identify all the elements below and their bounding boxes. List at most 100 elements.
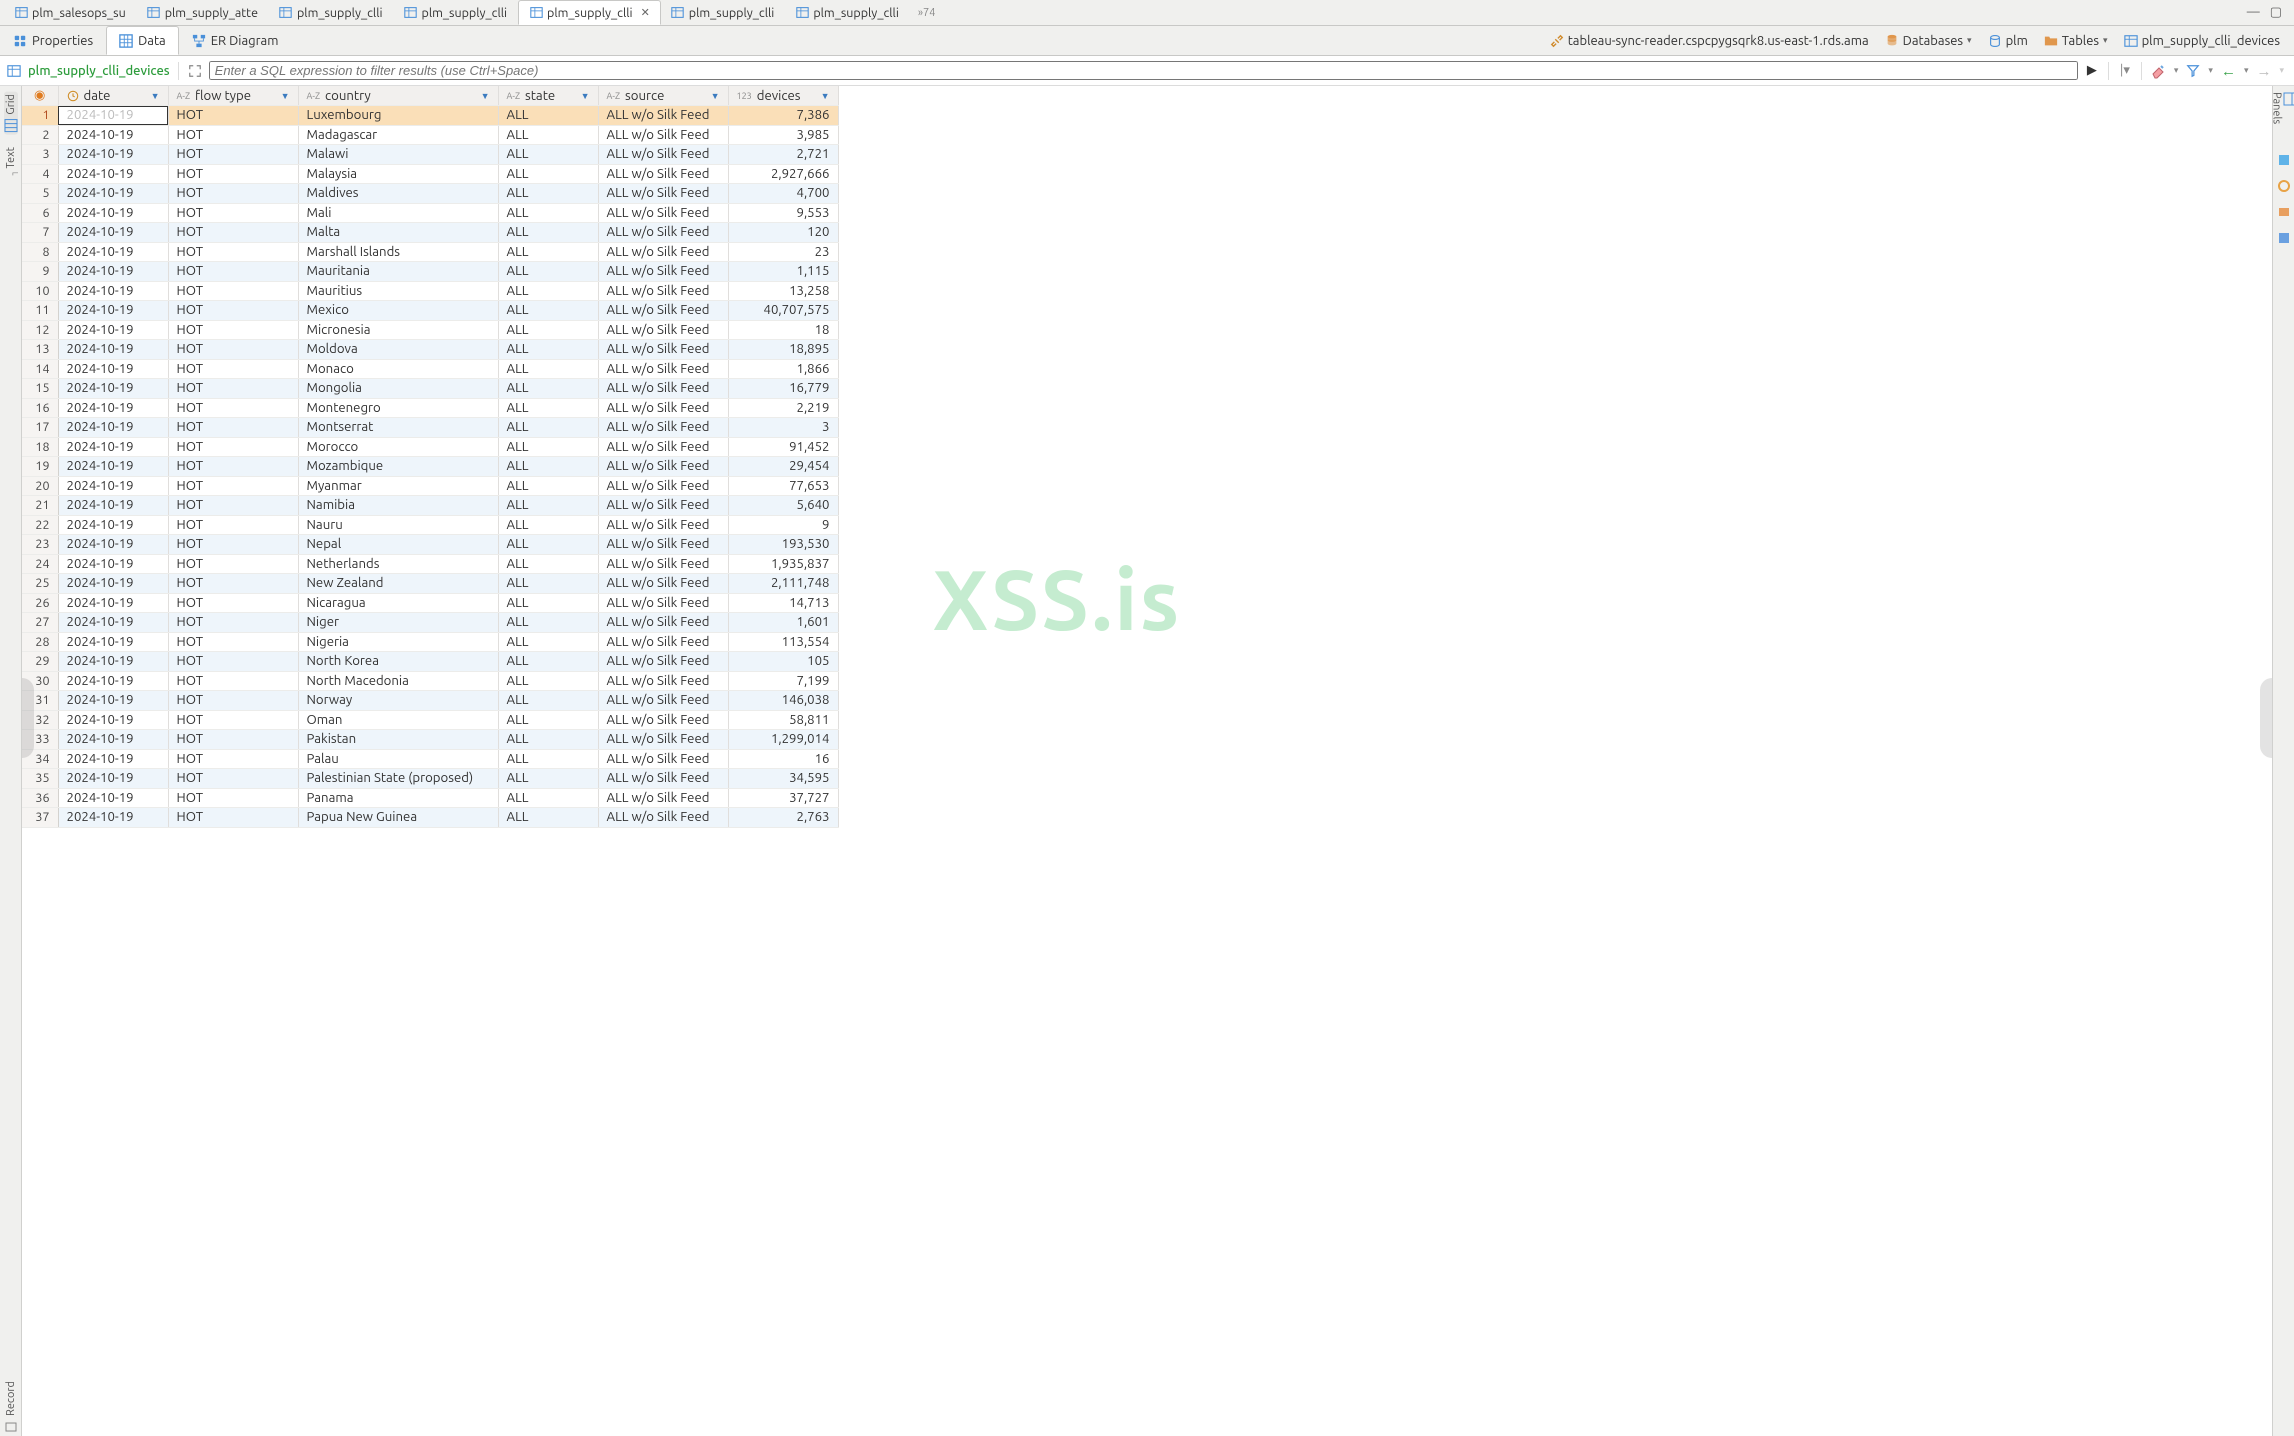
table-row[interactable]: 202024-10-19HOTMyanmarALLALL w/o Silk Fe… bbox=[22, 476, 838, 496]
table-row[interactable]: 162024-10-19HOTMontenegroALLALL w/o Silk… bbox=[22, 398, 838, 418]
cell-date[interactable]: 2024-10-19 bbox=[58, 457, 168, 477]
cell-date[interactable]: 2024-10-19 bbox=[58, 535, 168, 555]
cell-country[interactable]: Norway bbox=[298, 691, 498, 711]
table-row[interactable]: 182024-10-19HOTMoroccoALLALL w/o Silk Fe… bbox=[22, 437, 838, 457]
data-grid[interactable]: XSS.is ◉date▼A-Zflow type▼A-Zcountry▼A-Z… bbox=[22, 86, 2272, 1436]
cell-country[interactable]: Madagascar bbox=[298, 125, 498, 145]
table-row[interactable]: 72024-10-19HOTMaltaALLALL w/o Silk Feed1… bbox=[22, 223, 838, 243]
cell-source[interactable]: ALL w/o Silk Feed bbox=[598, 769, 728, 789]
chevron-down-icon[interactable]: ▾ bbox=[2174, 65, 2179, 76]
cell-state[interactable]: ALL bbox=[498, 808, 598, 828]
cell-source[interactable]: ALL w/o Silk Feed bbox=[598, 320, 728, 340]
cell-source[interactable]: ALL w/o Silk Feed bbox=[598, 671, 728, 691]
cell-date[interactable]: 2024-10-19 bbox=[58, 125, 168, 145]
editor-tab[interactable]: plm_supply_atte bbox=[137, 0, 269, 25]
table-row[interactable]: 302024-10-19HOTNorth MacedoniaALLALL w/o… bbox=[22, 671, 838, 691]
cell-source[interactable]: ALL w/o Silk Feed bbox=[598, 574, 728, 594]
row-number[interactable]: 4 bbox=[22, 164, 58, 184]
cell-state[interactable]: ALL bbox=[498, 184, 598, 204]
cell-devices[interactable]: 58,811 bbox=[728, 710, 838, 730]
cell-state[interactable]: ALL bbox=[498, 593, 598, 613]
row-number[interactable]: 28 bbox=[22, 632, 58, 652]
cell-devices[interactable]: 40,707,575 bbox=[728, 301, 838, 321]
cell-devices[interactable]: 5,640 bbox=[728, 496, 838, 516]
history-dropdown-icon[interactable]: |▾ bbox=[2117, 63, 2133, 79]
cell-flow_type[interactable]: HOT bbox=[168, 359, 298, 379]
cell-devices[interactable]: 77,653 bbox=[728, 476, 838, 496]
cell-devices[interactable]: 1,935,837 bbox=[728, 554, 838, 574]
rail-record[interactable]: Record bbox=[4, 1379, 18, 1436]
cell-source[interactable]: ALL w/o Silk Feed bbox=[598, 496, 728, 516]
cell-devices[interactable]: 120 bbox=[728, 223, 838, 243]
cell-state[interactable]: ALL bbox=[498, 145, 598, 165]
cell-country[interactable]: Luxembourg bbox=[298, 106, 498, 126]
cell-source[interactable]: ALL w/o Silk Feed bbox=[598, 164, 728, 184]
cell-date[interactable]: 2024-10-19 bbox=[58, 632, 168, 652]
cell-date[interactable]: 2024-10-19 bbox=[58, 593, 168, 613]
cell-devices[interactable]: 7,386 bbox=[728, 106, 838, 126]
cell-country[interactable]: Mauritania bbox=[298, 262, 498, 282]
cell-devices[interactable]: 29,454 bbox=[728, 457, 838, 477]
cell-source[interactable]: ALL w/o Silk Feed bbox=[598, 106, 728, 126]
cell-state[interactable]: ALL bbox=[498, 788, 598, 808]
cell-state[interactable]: ALL bbox=[498, 632, 598, 652]
page-pill-left[interactable] bbox=[22, 678, 34, 758]
cell-devices[interactable]: 1,866 bbox=[728, 359, 838, 379]
cell-devices[interactable]: 3 bbox=[728, 418, 838, 438]
cell-devices[interactable]: 2,219 bbox=[728, 398, 838, 418]
cell-flow_type[interactable]: HOT bbox=[168, 457, 298, 477]
cell-flow_type[interactable]: HOT bbox=[168, 749, 298, 769]
cell-state[interactable]: ALL bbox=[498, 476, 598, 496]
crumb-db[interactable]: plm bbox=[1982, 32, 2034, 50]
row-number[interactable]: 8 bbox=[22, 242, 58, 262]
cell-source[interactable]: ALL w/o Silk Feed bbox=[598, 262, 728, 282]
cell-country[interactable]: Myanmar bbox=[298, 476, 498, 496]
cell-source[interactable]: ALL w/o Silk Feed bbox=[598, 788, 728, 808]
cell-state[interactable]: ALL bbox=[498, 106, 598, 126]
cell-flow_type[interactable]: HOT bbox=[168, 164, 298, 184]
cell-country[interactable]: North Korea bbox=[298, 652, 498, 672]
row-number[interactable]: 27 bbox=[22, 613, 58, 633]
cell-date[interactable]: 2024-10-19 bbox=[58, 808, 168, 828]
cell-state[interactable]: ALL bbox=[498, 535, 598, 555]
cell-date[interactable]: 2024-10-19 bbox=[58, 145, 168, 165]
cell-source[interactable]: ALL w/o Silk Feed bbox=[598, 652, 728, 672]
cell-date[interactable]: 2024-10-19 bbox=[58, 262, 168, 282]
cell-devices[interactable]: 2,111,748 bbox=[728, 574, 838, 594]
cell-devices[interactable]: 3,985 bbox=[728, 125, 838, 145]
cell-source[interactable]: ALL w/o Silk Feed bbox=[598, 359, 728, 379]
cell-devices[interactable]: 14,713 bbox=[728, 593, 838, 613]
table-row[interactable]: 172024-10-19HOTMontserratALLALL w/o Silk… bbox=[22, 418, 838, 438]
cell-flow_type[interactable]: HOT bbox=[168, 476, 298, 496]
cell-country[interactable]: Mauritius bbox=[298, 281, 498, 301]
cell-flow_type[interactable]: HOT bbox=[168, 632, 298, 652]
cell-country[interactable]: Netherlands bbox=[298, 554, 498, 574]
cell-state[interactable]: ALL bbox=[498, 457, 598, 477]
cell-flow_type[interactable]: HOT bbox=[168, 593, 298, 613]
cell-source[interactable]: ALL w/o Silk Feed bbox=[598, 730, 728, 750]
col-header-state[interactable]: A-Zstate▼ bbox=[498, 86, 598, 106]
row-number[interactable]: 11 bbox=[22, 301, 58, 321]
cell-date[interactable]: 2024-10-19 bbox=[58, 652, 168, 672]
cell-state[interactable]: ALL bbox=[498, 281, 598, 301]
crumb-table[interactable]: plm_supply_clli_devices bbox=[2118, 32, 2286, 50]
table-row[interactable]: 342024-10-19HOTPalauALLALL w/o Silk Feed… bbox=[22, 749, 838, 769]
cell-flow_type[interactable]: HOT bbox=[168, 379, 298, 399]
rail-text[interactable]: T Text bbox=[4, 145, 18, 189]
cell-source[interactable]: ALL w/o Silk Feed bbox=[598, 749, 728, 769]
crumb-databases[interactable]: Databases ▾ bbox=[1879, 32, 1978, 50]
cell-date[interactable]: 2024-10-19 bbox=[58, 515, 168, 535]
cell-devices[interactable]: 105 bbox=[728, 652, 838, 672]
cell-devices[interactable]: 2,721 bbox=[728, 145, 838, 165]
cell-source[interactable]: ALL w/o Silk Feed bbox=[598, 281, 728, 301]
cell-devices[interactable]: 9 bbox=[728, 515, 838, 535]
cell-source[interactable]: ALL w/o Silk Feed bbox=[598, 340, 728, 360]
chevron-down-icon[interactable]: ▾ bbox=[2279, 65, 2284, 76]
editor-tab[interactable]: plm_salesops_su bbox=[4, 0, 137, 25]
cell-state[interactable]: ALL bbox=[498, 301, 598, 321]
table-row[interactable]: 282024-10-19HOTNigeriaALLALL w/o Silk Fe… bbox=[22, 632, 838, 652]
cell-country[interactable]: Malta bbox=[298, 223, 498, 243]
cell-state[interactable]: ALL bbox=[498, 359, 598, 379]
cell-date[interactable]: 2024-10-19 bbox=[58, 398, 168, 418]
cell-devices[interactable]: 18 bbox=[728, 320, 838, 340]
